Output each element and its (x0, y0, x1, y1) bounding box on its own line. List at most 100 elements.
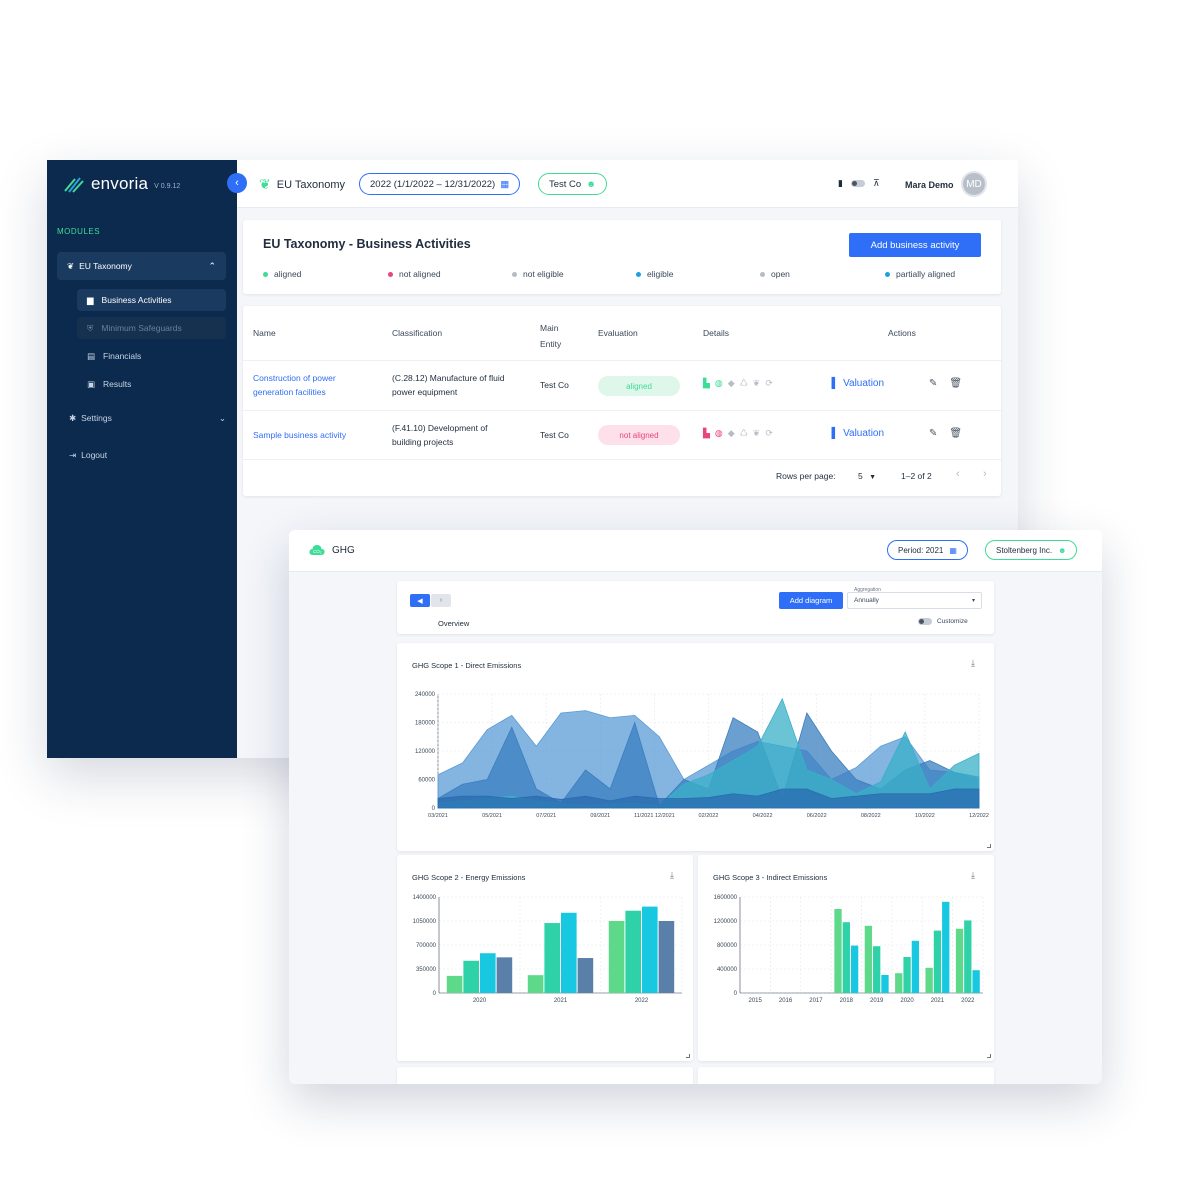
activity-name-link[interactable]: Construction of power generation facilit… (253, 371, 336, 399)
legend-item-not-eligible: not eligible (512, 269, 564, 279)
view-toggle[interactable] (850, 180, 865, 187)
customize-label: Customize (937, 618, 968, 625)
edit-icon[interactable]: ✎ (929, 428, 937, 439)
water-icon[interactable]: ◍ (715, 428, 723, 439)
x-tick-label: 07/2021 (536, 813, 556, 819)
detail-icons: ▙ ◍ ◆ ♺ ❦ ⟳ (703, 428, 773, 439)
aggregation-select[interactable]: Annually ▾ (847, 592, 982, 609)
sidebar-item-minimum-safeguards[interactable]: ⛨ Minimum Safeguards (77, 317, 226, 339)
sidebar-group-label: EU Taxonomy (79, 261, 132, 271)
column-header-evaluation[interactable]: Evaluation (598, 328, 638, 338)
building-icon[interactable]: ▮ (838, 178, 843, 189)
factory-icon[interactable]: ▙ (703, 428, 710, 439)
collapse-sidebar-button[interactable]: ‹ (227, 173, 247, 193)
hierarchy-icon[interactable]: ⊼ (873, 178, 880, 189)
column-header-classification[interactable]: Classification (392, 328, 442, 338)
caret-left-icon: ◀ (417, 597, 423, 605)
prev-page-icon[interactable]: ‹ (956, 468, 960, 480)
recycle-icon[interactable]: ♺ (740, 428, 748, 439)
classification-line2: building projects (392, 437, 454, 447)
caret-right-icon: › (439, 597, 443, 604)
refresh-icon[interactable]: ⟳ (765, 378, 773, 389)
ghg-period-selector[interactable]: Period: 2021 ▦ (887, 540, 968, 560)
ghg-current-module: CO₂ GHG (309, 544, 355, 556)
modules-section-label: MODULES (57, 227, 101, 236)
user-name[interactable]: Mara Demo (905, 180, 954, 190)
logo[interactable]: envoria V 0.9.12 (63, 174, 180, 194)
activity-entity: Test Co (540, 430, 569, 440)
fish-icon[interactable]: ◆ (728, 378, 735, 389)
next-dashboard-button[interactable]: › (431, 594, 451, 607)
rows-per-page-label: Rows per page: (776, 471, 836, 481)
sidebar-group-eu-taxonomy[interactable]: ❦ EU Taxonomy ⌃ (57, 252, 226, 280)
bar (834, 909, 842, 993)
bar (964, 920, 972, 993)
valuation-link[interactable]: ▐ Valuation (828, 428, 884, 439)
prev-dashboard-button[interactable]: ◀ (410, 594, 430, 607)
download-icon[interactable]: ⤓ (670, 870, 674, 881)
y-tick-label: 180000 (415, 721, 436, 727)
recycle-icon[interactable]: ♺ (740, 378, 748, 389)
sidebar-item-logout[interactable]: ⇥ Logout (69, 445, 226, 465)
next-page-icon[interactable]: › (983, 468, 987, 480)
activity-name-link[interactable]: Sample business activity (253, 428, 346, 442)
resize-handle[interactable] (987, 1054, 991, 1058)
sidebar-item-results[interactable]: ▣ Results (77, 373, 226, 395)
ghg-company-selector[interactable]: Stoltenberg Inc. ☻ (985, 540, 1078, 560)
tab-overview[interactable]: Overview (438, 619, 469, 628)
column-header-main-entity-line1: Main (540, 323, 559, 333)
add-diagram-button[interactable]: Add diagram (779, 592, 843, 609)
business-activities-header-card: EU Taxonomy - Business Activities Add bu… (243, 220, 1001, 294)
row-actions: ✎ 🗑 (929, 378, 962, 389)
period-selector[interactable]: 2022 (1/1/2022 – 12/31/2022) ▦ (359, 173, 521, 195)
x-tick-label: 2021 (931, 998, 945, 1004)
leaf-icon[interactable]: ❦ (753, 378, 761, 389)
bar (925, 967, 933, 993)
valuation-link[interactable]: ▐ Valuation (828, 378, 884, 389)
ghg-company-label: Stoltenberg Inc. (996, 545, 1053, 555)
app-version: V 0.9.12 (154, 183, 181, 190)
page-title: EU Taxonomy - Business Activities (263, 237, 471, 251)
column-header-main-entity[interactable]: Main Entity (540, 320, 561, 352)
edit-icon[interactable]: ✎ (929, 378, 937, 389)
download-icon[interactable]: ⤓ (971, 870, 975, 881)
x-tick-label: 04/2022 (753, 813, 773, 819)
customize-toggle[interactable]: Customize (918, 618, 968, 625)
factory-icon[interactable]: ▙ (703, 378, 710, 389)
bar (842, 922, 850, 993)
bar (881, 975, 889, 993)
leaf-icon[interactable]: ❦ (753, 428, 761, 439)
x-tick-label: 2018 (840, 998, 854, 1004)
column-header-details: Details (703, 328, 729, 338)
aggregation-value: Annually (854, 597, 879, 604)
sidebar-item-business-activities[interactable]: ▆ Business Activities (77, 289, 226, 311)
x-tick-label: 2019 (870, 998, 884, 1004)
current-module: ❦ EU Taxonomy (259, 176, 345, 193)
bar-chart-icon: ▐ (828, 428, 836, 439)
y-tick-label: 120000 (415, 749, 436, 755)
refresh-icon[interactable]: ⟳ (765, 428, 773, 439)
fish-icon[interactable]: ◆ (728, 428, 735, 439)
sidebar-item-settings[interactable]: ✱ Settings ⌄ (69, 408, 226, 428)
resize-handle[interactable] (987, 844, 991, 848)
x-tick-label: 2015 (749, 998, 763, 1004)
trash-icon[interactable]: 🗑 (949, 428, 962, 439)
bar (955, 928, 964, 993)
leaf-icon: ❦ (259, 176, 271, 192)
caret-down-icon: ▼ (869, 474, 877, 481)
company-selector[interactable]: Test Co ☻ (538, 173, 608, 195)
rows-per-page-select[interactable]: 5 ▼ (858, 471, 876, 481)
row-divider (243, 459, 1001, 460)
avatar[interactable]: MD (961, 171, 987, 197)
bar (873, 946, 881, 993)
resize-handle[interactable] (686, 1054, 690, 1058)
company-label: Test Co (549, 178, 582, 190)
add-business-activity-button[interactable]: Add business activity (849, 233, 981, 257)
trash-icon[interactable]: 🗑 (949, 378, 962, 389)
sidebar-item-label: Minimum Safeguards (101, 323, 182, 333)
water-icon[interactable]: ◍ (715, 378, 723, 389)
download-icon[interactable]: ⤓ (971, 658, 975, 669)
y-tick-label: 60000 (418, 778, 435, 784)
sidebar-item-financials[interactable]: ▤ Financials (77, 345, 226, 367)
column-header-name[interactable]: Name (253, 328, 276, 338)
